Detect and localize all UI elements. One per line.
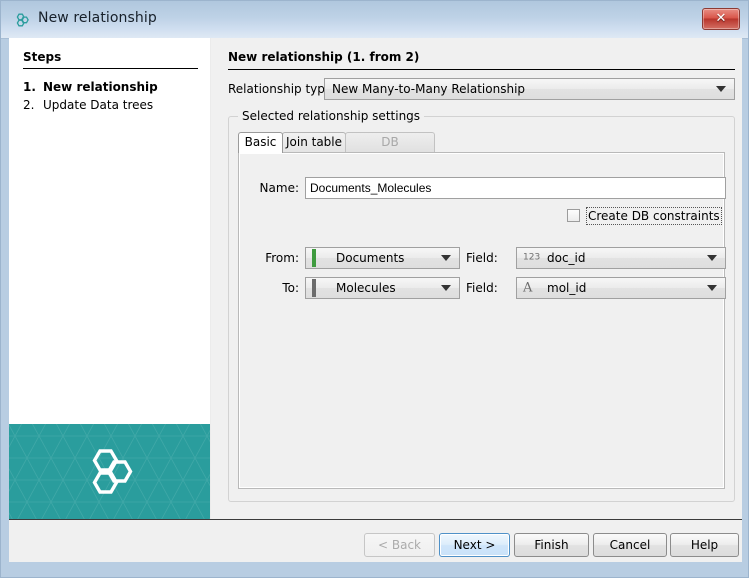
- to-table-value: Molecules: [336, 281, 396, 295]
- steps-divider: [23, 68, 198, 69]
- button-bar: < Back Next > Finish Cancel Help: [9, 520, 742, 562]
- basic-tab-panel: Name: Create DB constraints From:: [238, 152, 725, 489]
- window-title: New relationship: [38, 10, 157, 26]
- selected-relationship-settings-group: Selected relationship settings Basic Joi…: [228, 116, 735, 502]
- relationship-type-label: Relationship type:: [228, 82, 336, 96]
- tab-join-table[interactable]: Join table: [282, 132, 346, 153]
- chevron-down-icon: [441, 285, 451, 291]
- title-bar: New relationship ✕: [1, 1, 748, 39]
- dialog-window: New relationship ✕ Steps 1.New relations…: [0, 0, 749, 578]
- create-db-constraints-checkbox[interactable]: [567, 209, 580, 222]
- to-field-label: Field:: [466, 281, 508, 295]
- from-label: From:: [239, 251, 299, 265]
- relationship-type-value: New Many-to-Many Relationship: [332, 82, 525, 96]
- finish-button[interactable]: Finish: [514, 533, 589, 557]
- step-number: 2.: [23, 98, 43, 112]
- create-db-constraints-label[interactable]: Create DB constraints: [586, 207, 722, 225]
- back-button: < Back: [364, 533, 435, 557]
- tab-basic[interactable]: Basic: [238, 132, 283, 153]
- from-field-label: Field:: [466, 251, 508, 265]
- dialog-client: Steps 1.New relationship 2.Update Data t…: [9, 38, 742, 562]
- steps-heading: Steps: [23, 50, 61, 64]
- name-input[interactable]: [305, 177, 726, 199]
- sidebar-step-update-data-trees[interactable]: 2.Update Data trees: [23, 98, 153, 112]
- to-label: To:: [239, 281, 299, 295]
- next-button[interactable]: Next >: [439, 533, 510, 557]
- jchem-molecule-icon: [13, 11, 31, 29]
- relationship-type-select[interactable]: New Many-to-Many Relationship: [324, 78, 735, 100]
- table-icon-green: [312, 251, 316, 265]
- to-table-select[interactable]: Molecules: [305, 277, 460, 299]
- app-root: New relationship ✕ Steps 1.New relations…: [0, 0, 749, 578]
- group-legend: Selected relationship settings: [238, 109, 424, 123]
- chevron-down-icon: [441, 255, 451, 261]
- step-number: 1.: [23, 80, 43, 94]
- chevron-down-icon: [707, 285, 717, 291]
- table-icon-gray: [312, 281, 316, 295]
- name-label: Name:: [249, 181, 299, 195]
- page-title: New relationship (1. from 2): [228, 50, 419, 64]
- steps-sidebar: Steps 1.New relationship 2.Update Data t…: [9, 38, 211, 519]
- to-field-value: mol_id: [547, 281, 586, 295]
- sidebar-step-new-relationship[interactable]: 1.New relationship: [23, 80, 158, 94]
- page-title-divider: [228, 69, 735, 70]
- tab-db-constraints: DB Constraints: [345, 132, 435, 153]
- help-button[interactable]: Help: [670, 533, 739, 557]
- to-field-select[interactable]: A mol_id: [516, 277, 726, 299]
- close-button[interactable]: ✕: [702, 8, 740, 30]
- chevron-down-icon: [707, 255, 717, 261]
- hexagon-molecule-logo: [83, 442, 143, 502]
- numeric-type-icon: 123: [523, 254, 540, 263]
- from-table-select[interactable]: Documents: [305, 247, 460, 269]
- step-label: Update Data trees: [43, 98, 153, 112]
- wizard-main-pane: New relationship (1. from 2) Relationshi…: [211, 38, 742, 519]
- brand-hero-panel: [9, 424, 210, 519]
- cancel-button[interactable]: Cancel: [593, 533, 667, 557]
- close-icon: ✕: [703, 9, 739, 29]
- chevron-down-icon: [716, 86, 726, 92]
- from-field-value: doc_id: [547, 251, 586, 265]
- from-field-select[interactable]: 123 doc_id: [516, 247, 726, 269]
- from-table-value: Documents: [336, 251, 404, 265]
- step-label: New relationship: [43, 80, 158, 94]
- text-type-icon: A: [523, 282, 532, 295]
